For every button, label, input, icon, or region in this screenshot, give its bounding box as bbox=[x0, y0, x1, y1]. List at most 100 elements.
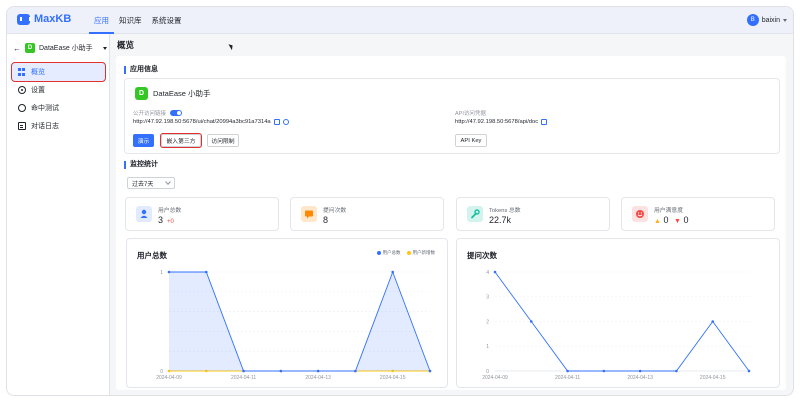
api-label: API访问凭据 bbox=[455, 111, 486, 117]
section-title-app-info: 应用信息 bbox=[124, 66, 158, 74]
stat-label: 提问次数 bbox=[323, 208, 347, 214]
access-limit-button[interactable]: 访问限制 bbox=[207, 134, 239, 147]
nav-system-settings[interactable]: 系统设置 bbox=[147, 7, 187, 34]
data-point bbox=[711, 320, 715, 323]
copy-icon[interactable] bbox=[273, 119, 280, 125]
sidebar-item-hit-test[interactable]: 命中测试 bbox=[12, 99, 105, 117]
copy-icon[interactable] bbox=[541, 119, 548, 125]
data-point bbox=[204, 270, 208, 274]
maxkb-logo-icon bbox=[17, 13, 31, 25]
stat-value: 8 bbox=[323, 215, 329, 225]
user-menu[interactable]: B baixin bbox=[746, 14, 787, 26]
app-name: D DataEase 小助手 bbox=[135, 87, 211, 100]
wrench-icon bbox=[467, 206, 483, 222]
x-tick-label: 2024-04-13 bbox=[627, 375, 653, 381]
data-point bbox=[529, 320, 533, 323]
api-key-button[interactable]: API Key bbox=[455, 134, 487, 147]
y-tick-label: 3 bbox=[486, 295, 489, 301]
public-link-toggle[interactable] bbox=[169, 110, 182, 117]
sidebar: ← D DataEase 小助手 概览 设置 命中测试 对话日志 bbox=[7, 34, 110, 395]
api-url: http://47.92.198.50:5678/api/doc bbox=[455, 119, 548, 125]
thumbs-up-icon: ▲ bbox=[654, 218, 661, 225]
sidebar-item-overview[interactable]: 概览 bbox=[11, 62, 106, 82]
data-point bbox=[602, 369, 606, 373]
username: baixin bbox=[761, 16, 780, 24]
stat-value: 22.7k bbox=[489, 215, 512, 225]
x-tick-label: 2024-04-09 bbox=[482, 375, 508, 381]
sidebar-item-label: 命中测试 bbox=[31, 105, 59, 112]
refresh-icon[interactable] bbox=[282, 119, 289, 125]
stat-card-users: 用户总数 3 +0 bbox=[125, 197, 279, 231]
thumbs-down-icon: ▼ bbox=[673, 218, 681, 225]
chart-card-questions: 提问次数 0 1 2 3 4 2024-04-09 2024-04-11 2024-04-13… bbox=[456, 238, 780, 388]
y-tick-label: 0 bbox=[486, 369, 489, 375]
data-point bbox=[428, 369, 432, 373]
period-select[interactable]: 过去7天 bbox=[127, 177, 175, 189]
public-url: http://47.92.198.50:5678/ui/chat/20994a3… bbox=[133, 119, 289, 125]
document-icon bbox=[18, 122, 26, 130]
x-tick-label: 2024-04-15 bbox=[380, 375, 406, 381]
logo[interactable]: MaxKB bbox=[17, 13, 71, 25]
data-point bbox=[316, 369, 320, 373]
section-title-monitor: 监控统计 bbox=[124, 161, 158, 169]
public-url-text: http://47.92.198.50:5678/ui/chat/20994a3… bbox=[133, 119, 271, 125]
sidebar-item-settings[interactable]: 设置 bbox=[12, 81, 105, 99]
app-selector[interactable]: ← D DataEase 小助手 bbox=[13, 43, 107, 53]
chevron-down-icon bbox=[102, 46, 107, 50]
x-tick-label: 2024-04-15 bbox=[700, 375, 726, 381]
stat-value: 3 +0 bbox=[158, 215, 174, 225]
sidebar-item-chat-logs[interactable]: 对话日志 bbox=[12, 117, 105, 135]
top-bar: MaxKB 应用 知识库 系统设置 B baixin bbox=[7, 7, 793, 34]
data-point bbox=[354, 369, 357, 373]
chevron-down-icon bbox=[165, 179, 171, 185]
like-count: 0 bbox=[663, 215, 669, 225]
user-icon bbox=[136, 206, 152, 222]
avatar: B bbox=[746, 14, 759, 26]
questions-chart: 0 1 2 3 4 2024-04-09 2024-04-11 2024-04-13 2024-… bbox=[482, 270, 751, 381]
sidebar-item-label: 设置 bbox=[31, 87, 45, 94]
public-link-label: 公开访问链接 bbox=[133, 109, 182, 117]
y-tick-label: 4 bbox=[486, 270, 489, 276]
chevron-down-icon bbox=[783, 18, 787, 22]
data-point bbox=[566, 369, 569, 373]
nav-applications[interactable]: 应用 bbox=[89, 7, 114, 34]
app-selector-name: DataEase 小助手 bbox=[39, 45, 93, 52]
stat-delta: +0 bbox=[167, 219, 174, 225]
sidebar-item-label: 概览 bbox=[31, 69, 45, 76]
nav-knowledge-base[interactable]: 知识库 bbox=[114, 7, 147, 34]
y-tick-label: 1 bbox=[160, 270, 163, 276]
stat-label: Tokens 总数 bbox=[489, 208, 521, 214]
back-arrow-icon[interactable]: ← bbox=[13, 44, 21, 53]
y-tick-label: 0 bbox=[160, 369, 163, 375]
stat-label: 用户满意度 bbox=[654, 208, 683, 214]
smile-icon bbox=[632, 206, 648, 222]
target-icon bbox=[18, 104, 26, 112]
x-tick-label: 2024-04-13 bbox=[305, 375, 331, 381]
app-name-text: DataEase 小助手 bbox=[153, 89, 211, 98]
app-badge: D bbox=[135, 87, 148, 100]
data-point bbox=[747, 369, 751, 373]
stat-card-questions: 提问次数 8 bbox=[290, 197, 444, 231]
x-tick-label: 2024-04-09 bbox=[156, 375, 182, 381]
logo-text: MaxKB bbox=[34, 13, 72, 25]
grid-icon bbox=[18, 68, 26, 76]
stat-card-satisfaction: 用户满意度 ▲ 0 ▼ 0 bbox=[621, 197, 775, 231]
chat-icon bbox=[301, 206, 317, 222]
users-chart: 0 1 2024-04-09 2024-04-11 2024-04-13 2024-04-… bbox=[156, 270, 432, 381]
sidebar-item-label: 对话日志 bbox=[31, 123, 59, 130]
stat-value: ▲ 0 ▼ 0 bbox=[654, 215, 688, 225]
app-badge: D bbox=[25, 43, 35, 53]
top-nav: 应用 知识库 系统设置 bbox=[89, 7, 187, 34]
embed-third-party-button[interactable]: 嵌入第三方 bbox=[160, 133, 202, 148]
series-line bbox=[494, 271, 750, 372]
gear-icon bbox=[18, 86, 26, 94]
data-point bbox=[242, 369, 245, 373]
data-point bbox=[391, 270, 395, 274]
dislike-count: 0 bbox=[683, 215, 689, 225]
demo-button[interactable]: 演示 bbox=[133, 134, 154, 147]
stat-card-tokens: Tokens 总数 22.7k bbox=[456, 197, 610, 231]
page-title: 概览 bbox=[117, 40, 135, 50]
x-tick-label: 2024-04-11 bbox=[555, 375, 580, 381]
data-point bbox=[675, 369, 678, 373]
period-select-value: 过去7天 bbox=[132, 181, 154, 188]
